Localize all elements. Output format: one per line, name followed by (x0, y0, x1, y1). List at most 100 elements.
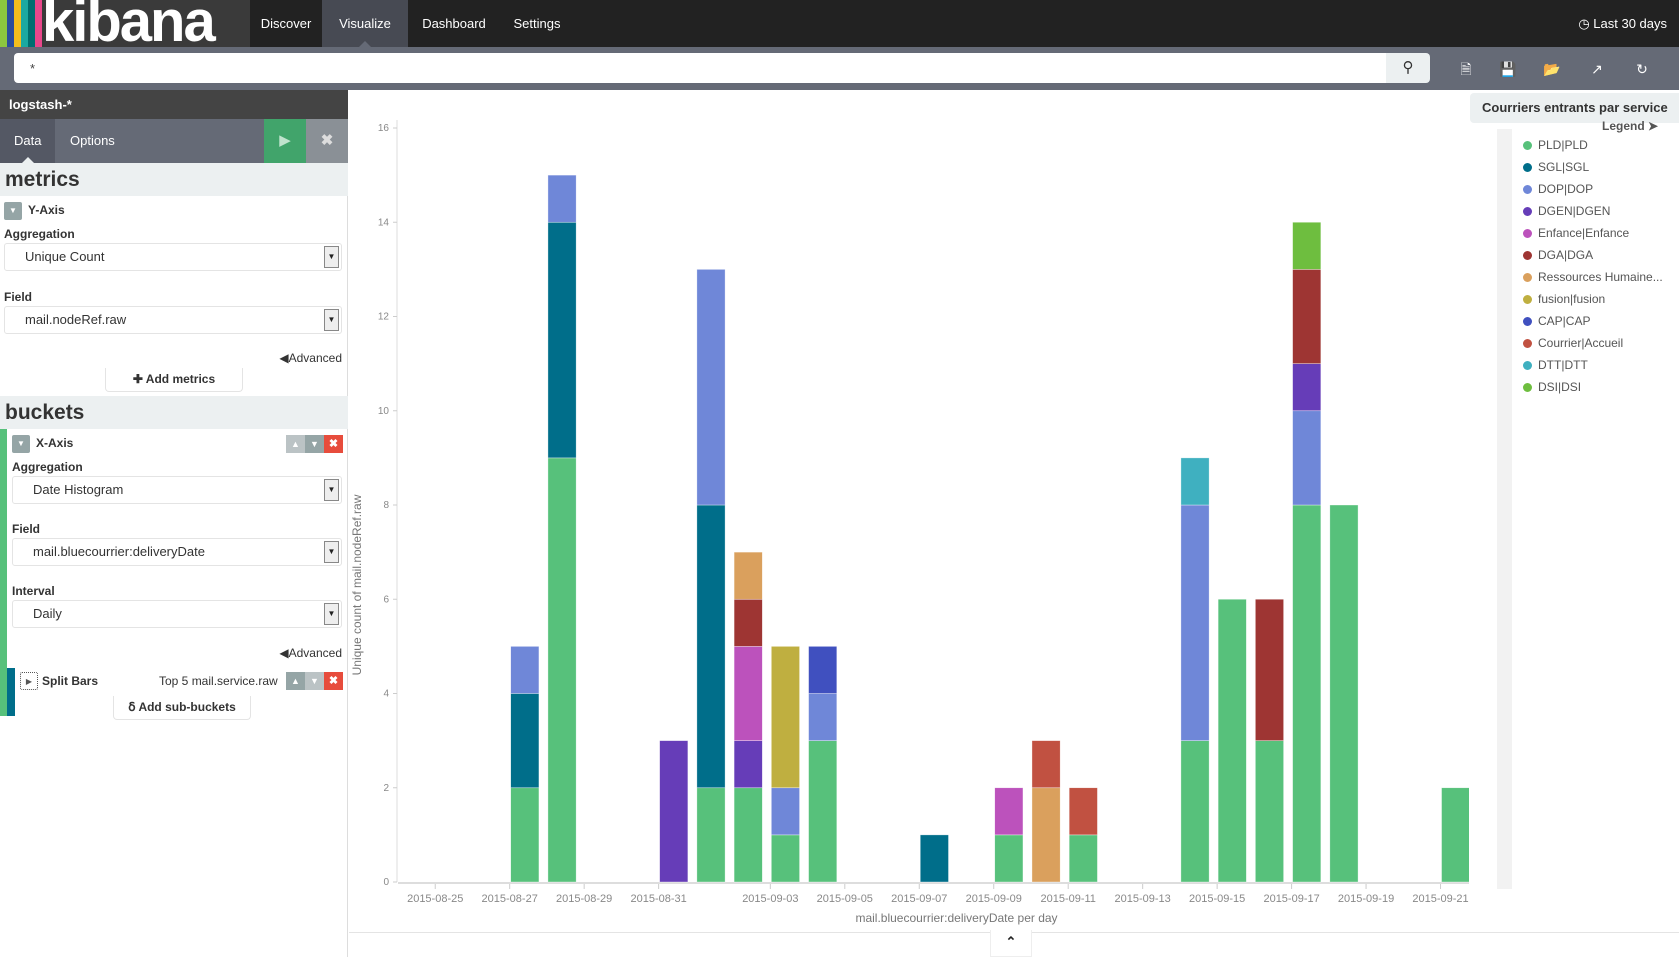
x-tick-label: 2015-09-05 (817, 893, 873, 905)
move-up-button[interactable]: ▲ (286, 435, 305, 453)
split-color-bar (7, 668, 15, 716)
bar-segment (808, 740, 838, 883)
arrow-right-circle-icon: ➤ (1648, 119, 1659, 133)
metric-aggregation-select[interactable]: Unique Count ▼ (4, 243, 342, 271)
nav-dashboard[interactable]: Dashboard (408, 0, 500, 47)
bar-segment (1180, 504, 1210, 741)
bar-segment (1180, 457, 1210, 506)
bar-segment (696, 269, 726, 506)
search-bar: ⚲ 🗎 💾 📂 ↗ ↻ (0, 47, 1679, 90)
chevron-down-icon[interactable]: ▼ (4, 202, 22, 220)
chevron-right-icon[interactable]: ▶ (20, 672, 38, 690)
nav-settings[interactable]: Settings (500, 0, 574, 47)
bar-segment (733, 551, 763, 600)
bucket-aggregation-select[interactable]: Date Histogram ▼ (12, 476, 342, 504)
bar-segment (808, 693, 838, 741)
tab-data[interactable]: Data (0, 119, 56, 163)
nav-visualize[interactable]: Visualize (322, 0, 408, 47)
legend-scroll-strip (1497, 129, 1512, 889)
bar-segment (808, 646, 838, 694)
share-icon[interactable]: ↗ (1587, 59, 1607, 79)
apply-button[interactable]: ▶ (264, 119, 306, 163)
legend-dot (1523, 361, 1532, 370)
bar-segment (733, 787, 763, 883)
y-tick-label: 16 (378, 123, 390, 134)
legend-label: DOP|DOP (1538, 182, 1594, 196)
y-tick-label: 0 (383, 877, 389, 888)
x-tick-label: 2015-09-15 (1189, 893, 1245, 905)
nav-discover[interactable]: Discover (250, 0, 322, 47)
interval-select[interactable]: Daily ▼ (12, 600, 342, 628)
refresh-icon[interactable]: ↻ (1632, 59, 1652, 79)
bar-segment (771, 834, 800, 883)
bar-segment (1217, 598, 1247, 883)
add-metrics-button[interactable]: ✚ Add metrics (105, 368, 243, 392)
legend-label: DTT|DTT (1538, 358, 1588, 372)
open-icon[interactable]: 📂 (1542, 59, 1562, 79)
advanced-toggle[interactable]: ◀Advanced (279, 351, 342, 365)
x-tick-label: 2015-08-29 (556, 893, 612, 905)
remove-button[interactable]: ✖ (324, 672, 343, 690)
field-label: Field (4, 290, 33, 304)
remove-button[interactable]: ✖ (324, 435, 343, 453)
advanced-toggle[interactable]: ◀Advanced (279, 646, 342, 660)
legend-label: CAP|CAP (1538, 314, 1591, 328)
search-button[interactable]: ⚲ (1386, 53, 1430, 83)
y-tick-label: 14 (378, 217, 390, 228)
bar-segment (1031, 740, 1061, 789)
x-tick-label: 2015-09-11 (1040, 893, 1095, 905)
split-bars-label: Split Bars (42, 674, 99, 688)
move-down-button[interactable]: ▼ (305, 435, 324, 453)
legend-label: SGL|SGL (1538, 160, 1590, 174)
legend-item[interactable]: Courrier|Accueil (1523, 336, 1623, 350)
legend-item[interactable]: DSI|DSI (1523, 380, 1581, 394)
legend-item[interactable]: CAP|CAP (1523, 314, 1590, 328)
move-up-button[interactable]: ▲ (286, 672, 305, 690)
legend-item[interactable]: DOP|DOP (1523, 182, 1593, 196)
legend-title: Legend (1602, 119, 1645, 133)
select-value: mail.nodeRef.raw (25, 312, 127, 327)
chevron-up-icon[interactable]: ⌃ (990, 930, 1032, 957)
select-value: Unique Count (25, 249, 105, 264)
save-icon[interactable]: 💾 (1498, 59, 1518, 79)
bar-segment (1031, 787, 1061, 883)
bar-segment (1441, 787, 1469, 883)
bar-segment (547, 174, 577, 223)
editor-tabs: Data Options ▶ ✖ (0, 119, 348, 163)
legend-item[interactable]: DGEN|DGEN (1523, 204, 1610, 218)
bucket-field-select[interactable]: mail.bluecourrier:deliveryDate ▼ (12, 538, 342, 566)
bar-segment (733, 598, 763, 647)
legend-dot (1523, 251, 1532, 260)
field-label: Field (12, 522, 41, 536)
legend-label: Enfance|Enfance (1538, 226, 1630, 240)
tab-options[interactable]: Options (56, 119, 129, 163)
add-sub-buckets-button[interactable]: ẟ Add sub-buckets (113, 696, 251, 720)
new-visualization-icon[interactable]: 🗎 (1456, 59, 1476, 79)
advanced-label: Advanced (288, 351, 342, 365)
split-summary: Top 5 mail.service.raw (159, 674, 278, 688)
bar-segment (696, 504, 726, 789)
metrics-heading: metrics (0, 163, 348, 196)
y-axis-label: Y-Axis (28, 203, 65, 217)
kibana-logo[interactable]: kibana (0, 0, 250, 47)
legend-item[interactable]: DGA|DGA (1523, 248, 1593, 262)
legend-item[interactable]: SGL|SGL (1523, 160, 1589, 174)
move-down-button[interactable]: ▼ (305, 672, 324, 690)
search-input[interactable] (14, 53, 1386, 83)
chevron-down-icon[interactable]: ▼ (12, 435, 30, 453)
legend-item[interactable]: fusion|fusion (1523, 292, 1605, 306)
legend-item[interactable]: PLD|PLD (1523, 138, 1588, 152)
bar-segment (733, 646, 763, 741)
logo-stripe (28, 0, 35, 47)
chevron-down-icon: ▼ (324, 603, 339, 625)
bar-segment (1068, 787, 1098, 836)
legend-item[interactable]: Ressources Humaine... (1523, 270, 1663, 284)
time-picker[interactable]: ◷ Last 30 days (1578, 0, 1667, 47)
metric-field-select[interactable]: mail.nodeRef.raw ▼ (4, 306, 342, 334)
discard-button[interactable]: ✖ (306, 119, 348, 163)
legend-item[interactable]: DTT|DTT (1523, 358, 1588, 372)
x-tick-label: 2015-08-31 (630, 893, 686, 905)
legend-item[interactable]: Enfance|Enfance (1523, 226, 1629, 240)
logo-stripe (35, 0, 42, 47)
legend-toggle[interactable]: Legend ➤ (1602, 119, 1658, 133)
